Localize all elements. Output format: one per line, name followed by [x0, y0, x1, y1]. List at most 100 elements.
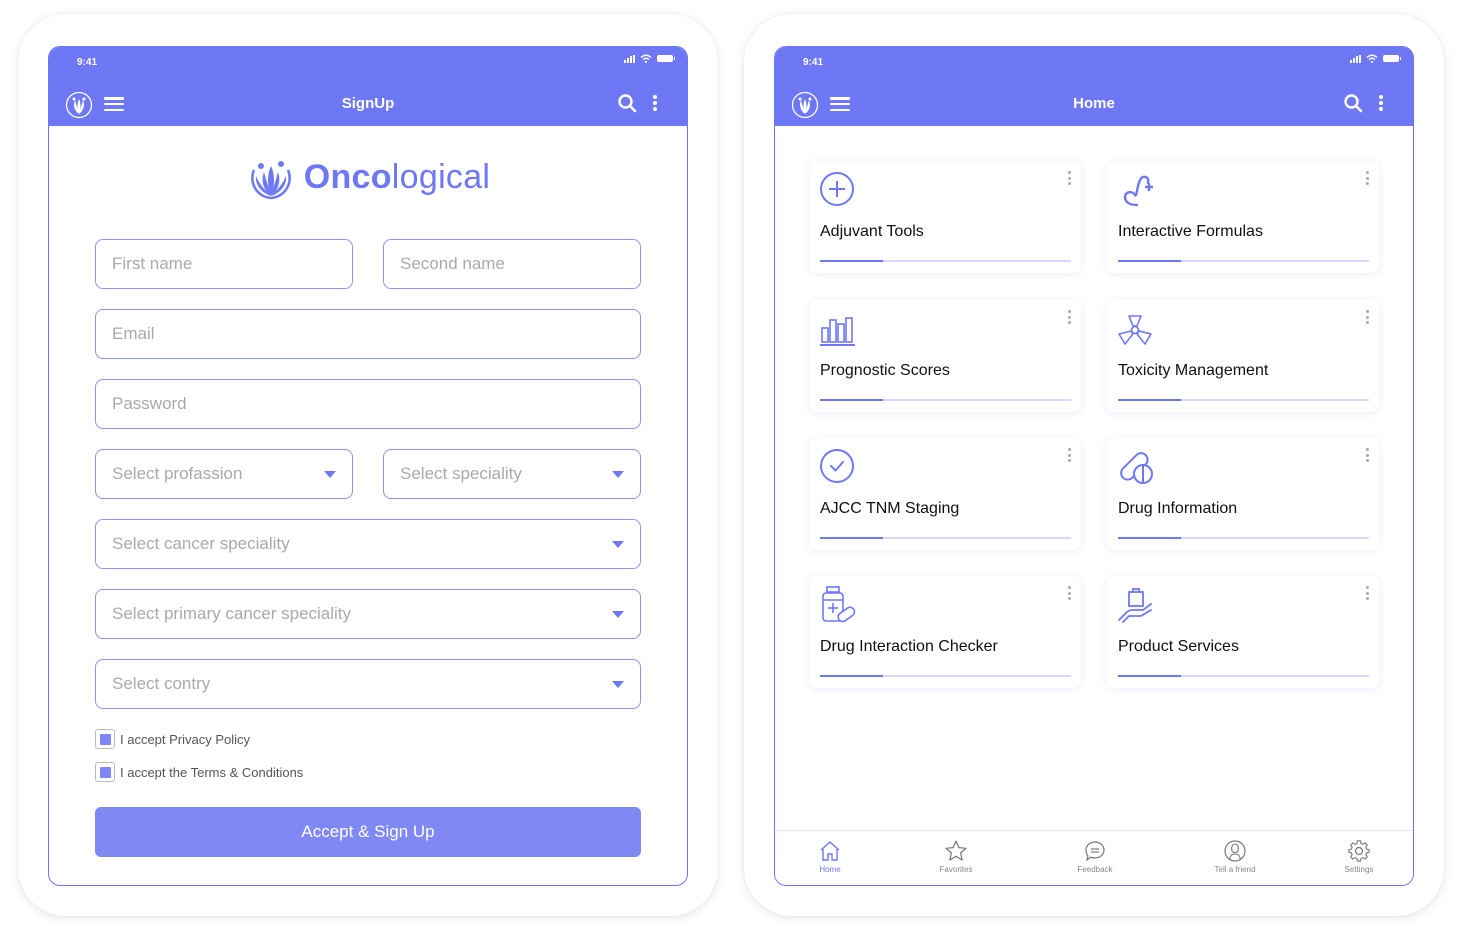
status-icons [624, 54, 675, 63]
password-input[interactable]: Password [95, 379, 641, 429]
tab-label: Settings [1344, 865, 1374, 874]
card-prognostic-scores[interactable]: Prognostic Scores [809, 300, 1081, 412]
chat-icon [1085, 841, 1105, 862]
radiation-icon [1118, 315, 1152, 345]
card-more-icon[interactable] [1068, 586, 1071, 600]
first-name-placeholder: First name [112, 254, 193, 273]
wifi-icon [1366, 54, 1378, 63]
signup-device-frame: 9:41 SignUp Oncological First name Secon… [18, 14, 718, 916]
card-progress-fill [1118, 675, 1181, 677]
card-more-icon[interactable] [1068, 171, 1071, 185]
brand-name-bold: Onco [303, 157, 392, 196]
card-progress-fill [820, 260, 883, 262]
home-device-frame: 9:41 Home Adjuvant Tools Interactive For… [744, 14, 1444, 916]
card-progress-track [820, 260, 1071, 262]
card-interactive-formulas[interactable]: Interactive Formulas [1107, 161, 1379, 273]
app-bar: 9:41 SignUp [49, 47, 687, 126]
card-ajcc-tnm-staging[interactable]: AJCC TNM Staging [809, 438, 1081, 550]
profession-placeholder: Select profassion [112, 464, 243, 483]
first-name-input[interactable]: First name [95, 239, 353, 289]
brand-name: Oncological [304, 158, 491, 197]
card-progress-fill [1118, 399, 1181, 401]
card-title: Interactive Formulas [1118, 223, 1263, 240]
card-progress-track [1118, 399, 1369, 401]
password-placeholder: Password [112, 394, 187, 413]
signup-screen: 9:41 SignUp Oncological First name Secon… [48, 46, 688, 886]
brand-logo-icon [250, 161, 291, 200]
page-title: SignUp [341, 95, 395, 112]
primary-cancer-speciality-select[interactable]: Select primary cancer speciality [95, 589, 641, 639]
tab-home[interactable]: Home [790, 839, 870, 874]
card-more-icon[interactable] [1366, 310, 1369, 324]
card-progress-fill [1118, 260, 1181, 262]
card-title: Drug Interaction Checker [820, 638, 998, 655]
dropdown-caret-icon [612, 540, 624, 548]
pills-icon [1120, 452, 1153, 484]
tab-tell-a-friend[interactable]: Tell a friend [1195, 839, 1275, 874]
terms-label: I accept the Terms & Conditions [120, 764, 304, 780]
card-toxicity-management[interactable]: Toxicity Management [1107, 300, 1379, 412]
tab-label: Home [819, 865, 841, 874]
terms-checkbox[interactable] [95, 762, 115, 782]
person-icon [1224, 840, 1246, 862]
signal-icon [1350, 54, 1361, 63]
tab-settings[interactable]: Settings [1319, 839, 1399, 874]
home-screen: 9:41 Home Adjuvant Tools Interactive For… [774, 46, 1414, 886]
card-progress-fill [820, 399, 883, 401]
card-title: Prognostic Scores [820, 362, 950, 379]
card-more-icon[interactable] [1068, 310, 1071, 324]
email-input[interactable]: Email [95, 309, 641, 359]
dropdown-caret-icon [324, 470, 336, 478]
card-progress-track [1118, 260, 1369, 262]
brand-name-light: logical [391, 157, 491, 196]
profession-select[interactable]: Select profassion [95, 449, 353, 499]
brand-header: Oncological [49, 152, 687, 202]
privacy-policy-row: I accept Privacy Policy [95, 729, 250, 749]
medicine-bottle-icon [822, 586, 856, 623]
card-progress-track [820, 399, 1071, 401]
primary-cancer-speciality-placeholder: Select primary cancer speciality [112, 604, 352, 623]
card-drug-interaction-checker[interactable]: Drug Interaction Checker [809, 576, 1081, 688]
tab-favorites[interactable]: Favorites [916, 839, 996, 874]
search-icon[interactable] [617, 93, 637, 113]
status-time: 9:41 [77, 57, 98, 68]
dropdown-caret-icon [612, 680, 624, 688]
cancer-speciality-select[interactable]: Select cancer speciality [95, 519, 641, 569]
card-progress-track [820, 675, 1071, 677]
privacy-policy-label: I accept Privacy Policy [120, 731, 251, 747]
dropdown-caret-icon [612, 470, 624, 478]
country-placeholder: Select contry [112, 674, 211, 693]
accept-signup-button[interactable]: Accept & Sign Up [95, 807, 641, 857]
card-progress-track [1118, 537, 1369, 539]
tab-label: Favorites [939, 865, 973, 874]
card-more-icon[interactable] [1068, 448, 1071, 462]
card-title: Toxicity Management [1118, 362, 1269, 379]
more-options-icon[interactable] [1379, 95, 1383, 111]
speciality-select[interactable]: Select speciality [383, 449, 641, 499]
card-adjuvant-tools[interactable]: Adjuvant Tools [809, 161, 1081, 273]
star-icon [945, 840, 967, 861]
country-select[interactable]: Select contry [95, 659, 641, 709]
more-options-icon[interactable] [653, 95, 657, 111]
card-more-icon[interactable] [1366, 586, 1369, 600]
cancer-speciality-placeholder: Select cancer speciality [112, 534, 290, 553]
card-more-icon[interactable] [1366, 171, 1369, 185]
privacy-policy-checkbox[interactable] [95, 729, 115, 749]
card-progress-fill [1118, 537, 1181, 539]
tab-feedback[interactable]: Feedback [1055, 839, 1135, 874]
card-more-icon[interactable] [1366, 448, 1369, 462]
wifi-icon [640, 54, 652, 63]
card-progress-fill [820, 675, 883, 677]
card-title: Product Services [1118, 638, 1239, 655]
search-icon[interactable] [1343, 93, 1363, 113]
card-progress-track [820, 537, 1071, 539]
card-drug-information[interactable]: Drug Information [1107, 438, 1379, 550]
second-name-input[interactable]: Second name [383, 239, 641, 289]
battery-icon [1383, 55, 1401, 62]
app-bar: 9:41 Home [775, 47, 1413, 126]
bottom-tab-bar: Home Favorites Feedback Tell a friend Se… [775, 830, 1413, 885]
tab-label: Feedback [1077, 865, 1113, 874]
card-product-services[interactable]: Product Services [1107, 576, 1379, 688]
second-name-placeholder: Second name [400, 254, 505, 273]
card-progress-track [1118, 675, 1369, 677]
